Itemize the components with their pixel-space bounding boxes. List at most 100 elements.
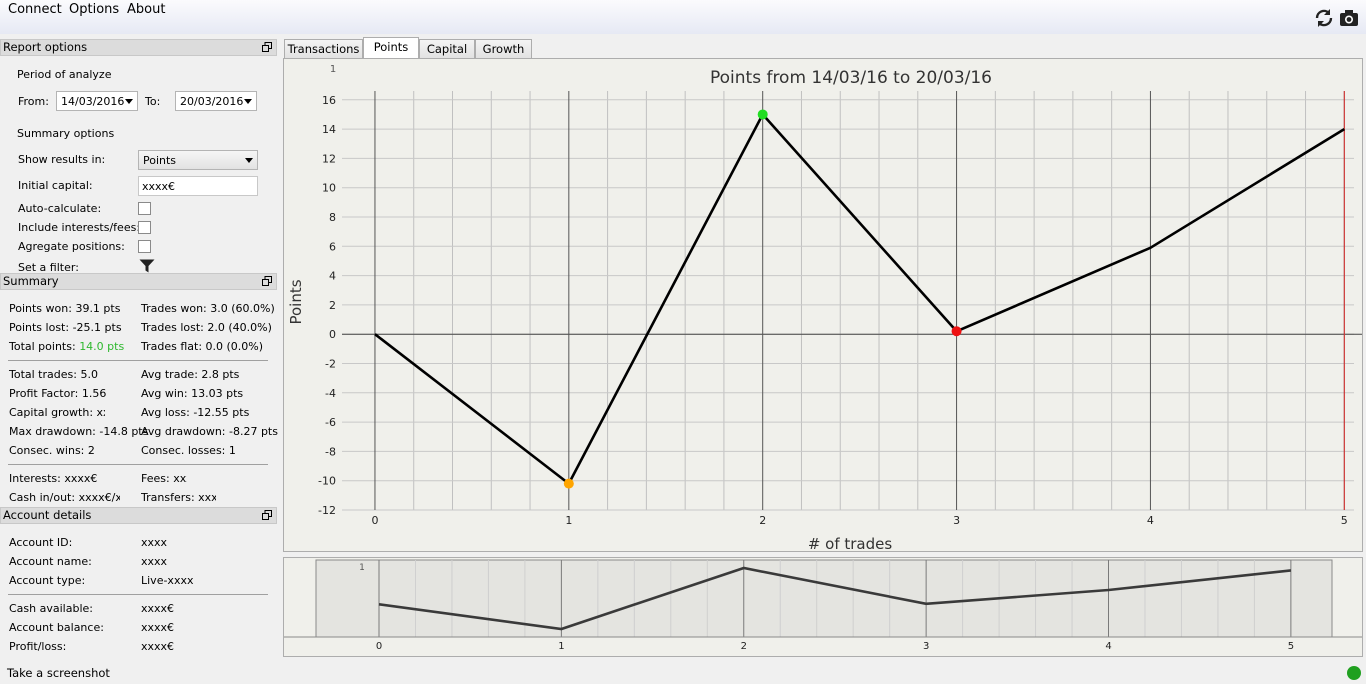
corner-label: 1	[330, 64, 336, 75]
y-tick-label: 0	[329, 328, 336, 341]
summary-title: Summary	[3, 274, 59, 288]
camera-icon[interactable]	[1338, 7, 1360, 29]
account-details-header: Account details	[0, 507, 277, 524]
tab-points[interactable]: Points	[363, 37, 419, 59]
account-name-value: xxxx	[141, 555, 168, 568]
summary-options-title: Summary options	[17, 127, 115, 140]
include-interests-label: Include interests/fees:	[18, 221, 141, 234]
initial-capital-label: Initial capital:	[18, 179, 93, 192]
total-points-value: 14.0 pts	[79, 340, 125, 353]
series-line	[374, 113, 1345, 485]
fees: Fees: xxx	[141, 472, 187, 485]
to-date-value: 20/03/2016	[180, 95, 244, 108]
tab-transactions[interactable]: Transactions	[284, 39, 363, 59]
dock-float-icon[interactable]	[262, 42, 272, 52]
navigator-x-tick-label: 5	[1288, 641, 1294, 652]
show-results-value: Points	[143, 154, 177, 167]
filter-icon[interactable]	[139, 259, 155, 273]
chevron-down-icon	[245, 158, 253, 163]
menu-options[interactable]: Options	[69, 2, 119, 17]
chevron-down-icon	[125, 99, 133, 104]
agregate-positions-label: Agregate positions:	[18, 240, 125, 253]
cash-available-label: Cash available:	[9, 602, 93, 615]
y-axis-label: Points	[287, 279, 305, 324]
divider	[8, 464, 268, 465]
show-results-select[interactable]: Points	[138, 150, 258, 170]
y-tick-label: 2	[329, 299, 336, 312]
account-name-label: Account name:	[9, 555, 92, 568]
y-tick-label: -2	[325, 357, 336, 370]
avg-loss: Avg loss: -12.55 pts	[141, 406, 250, 419]
tab-capital[interactable]: Capital	[419, 39, 475, 59]
account-type-label: Account type:	[9, 574, 86, 587]
chart-navigator[interactable]: 0 1 2 3 4 5 1	[284, 558, 1362, 656]
profit-loss-value: xxxx€	[141, 640, 175, 653]
x-tick-label: 5	[1341, 514, 1348, 527]
avg-win: Avg win: 13.03 pts	[141, 387, 244, 400]
refresh-icon[interactable]	[1313, 7, 1335, 29]
profit-factor: Profit Factor: 1.56	[9, 387, 107, 400]
navigator-x-tick-label: 1	[558, 641, 564, 652]
dock-float-icon[interactable]	[262, 510, 272, 520]
dock-float-icon[interactable]	[262, 276, 272, 286]
menu-connect[interactable]: Connect	[8, 2, 62, 17]
account-balance-label: Account balance:	[9, 621, 104, 634]
show-results-label: Show results in:	[18, 153, 106, 166]
capital-growth: Capital growth: xx%	[9, 406, 105, 419]
interests: Interests: xxxx€	[9, 472, 98, 485]
account-balance-value: xxxx€	[141, 621, 175, 634]
x-tick-label: 3	[953, 514, 960, 527]
account-id-value: xxxx	[141, 536, 168, 549]
y-tick-label: 10	[322, 182, 336, 195]
trades-flat: Trades flat: 0.0 (0.0%)	[141, 340, 264, 353]
chevron-down-icon	[244, 99, 252, 104]
divider	[8, 594, 268, 595]
status-text: Take a screenshot	[7, 666, 110, 680]
x-tick-label: 2	[759, 514, 766, 527]
report-options-title: Report options	[3, 40, 88, 54]
trades-won: Trades won: 3.0 (60.0%)	[141, 302, 275, 315]
to-label: To:	[145, 95, 161, 108]
from-date-select[interactable]: 14/03/2016	[56, 91, 138, 111]
max-drawdown: Max drawdown: -14.8 pts	[9, 425, 149, 438]
y-tick-label: -4	[325, 387, 336, 400]
cash-available-value: xxxx€	[141, 602, 175, 615]
y-tick-label: -8	[325, 445, 336, 458]
account-details-title: Account details	[3, 508, 92, 522]
summary-header: Summary	[0, 273, 277, 290]
y-tick-label: 4	[329, 270, 336, 283]
y-tick-label: 16	[322, 94, 336, 107]
data-point-marker	[757, 109, 768, 120]
report-options-header: Report options	[0, 39, 277, 56]
data-point-marker	[563, 478, 574, 489]
chart-navigator-panel: 0 1 2 3 4 5 1	[283, 557, 1363, 657]
trades-lost: Trades lost: 2.0 (40.0%)	[141, 321, 272, 334]
total-trades: Total trades: 5.0	[9, 368, 98, 381]
x-axis-label: # of trades	[808, 535, 893, 551]
auto-calculate-checkbox[interactable]	[138, 202, 151, 215]
to-date-select[interactable]: 20/03/2016	[175, 91, 257, 111]
y-tick-label: 12	[322, 152, 336, 165]
consec-wins: Consec. wins: 2	[9, 444, 95, 457]
period-title: Period of analyze	[17, 68, 112, 81]
total-points-label: Total points:	[9, 340, 76, 353]
points-chart[interactable]: -12-10-8-6-4-202468101214160 1 2 3 4 51 Points…	[284, 59, 1362, 553]
menu-about[interactable]: About	[127, 2, 165, 17]
navigator-x-tick-label: 4	[1105, 641, 1111, 652]
include-interests-checkbox[interactable]	[138, 221, 151, 234]
from-date-value: 14/03/2016	[61, 95, 125, 108]
x-tick-label: 1	[565, 514, 572, 527]
connection-status-indicator	[1347, 666, 1361, 680]
y-tick-label: -10	[318, 475, 336, 488]
navigator-x-tick-label: 0	[376, 641, 382, 652]
initial-capital-input[interactable]: xxxx€	[138, 176, 258, 196]
divider	[8, 360, 268, 361]
tab-growth[interactable]: Growth	[475, 39, 532, 59]
menu-bar: Connect Options About	[0, 0, 1366, 34]
x-tick-label: 4	[1147, 514, 1154, 527]
account-id-label: Account ID:	[9, 536, 73, 549]
agregate-positions-checkbox[interactable]	[138, 240, 151, 253]
y-tick-label: 8	[329, 211, 336, 224]
chart-title: Points from 14/03/16 to 20/03/16	[710, 68, 992, 88]
auto-calculate-label: Auto-calculate:	[18, 202, 102, 215]
